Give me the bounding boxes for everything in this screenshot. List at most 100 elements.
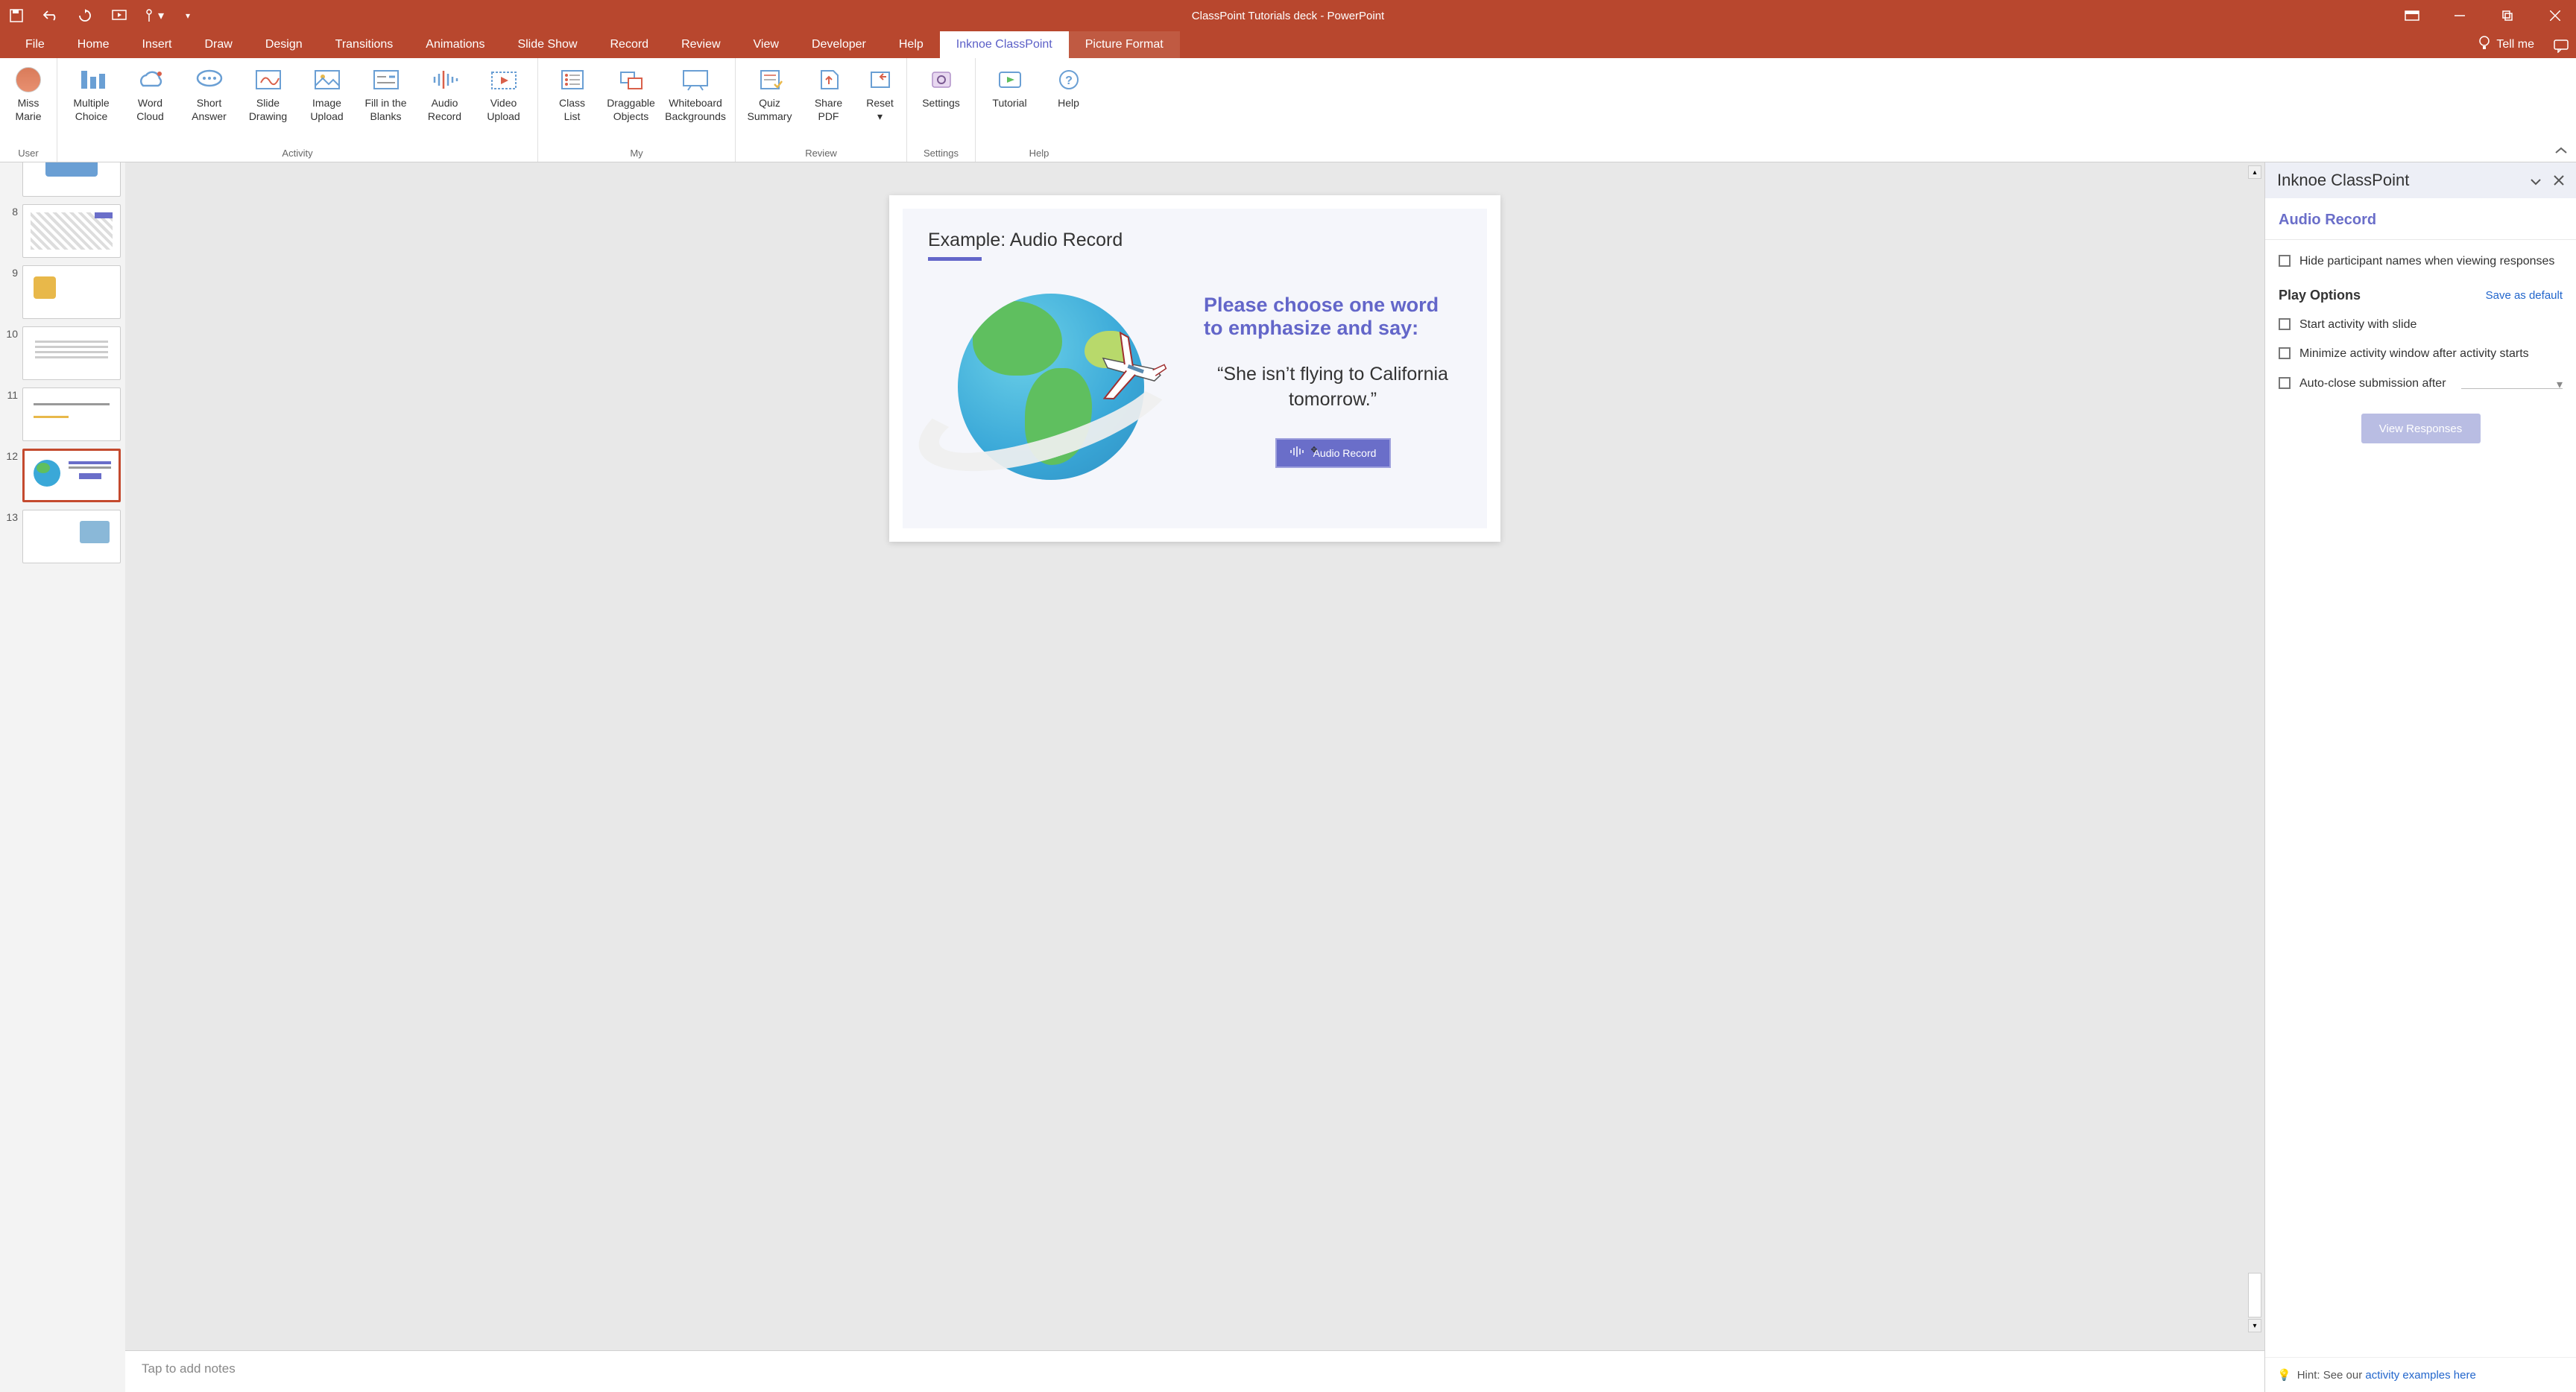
panel-close-icon[interactable] xyxy=(2554,171,2564,190)
slide-thumbnail[interactable] xyxy=(22,162,121,197)
slide-canvas[interactable]: Example: Audio Record Please choose one … xyxy=(889,195,1500,542)
slide-thumbnail[interactable] xyxy=(22,387,121,441)
group-label-my: My xyxy=(544,146,729,162)
slide-heading[interactable]: Please choose one word to emphasize and … xyxy=(1204,294,1462,340)
slide-thumbnail[interactable] xyxy=(22,326,121,380)
btn-label: Video Upload xyxy=(487,97,520,123)
body: 8 9 10 11 12 13 ▴ Example: Audio Record xyxy=(0,162,2576,1392)
tab-animations[interactable]: Animations xyxy=(409,31,501,58)
close-icon[interactable] xyxy=(2540,1,2570,31)
tab-transitions[interactable]: Transitions xyxy=(319,31,410,58)
slide-title[interactable]: Example: Audio Record xyxy=(928,230,1462,251)
collapse-ribbon-icon[interactable] xyxy=(2546,58,2576,162)
share-pdf-button[interactable]: Share PDF xyxy=(801,61,856,127)
list-icon xyxy=(555,66,590,94)
hint-bar: 💡 Hint: See our activity examples here xyxy=(2265,1357,2576,1392)
checkbox-icon[interactable] xyxy=(2279,318,2291,330)
globe-illustration[interactable] xyxy=(928,279,1189,502)
save-default-link[interactable]: Save as default xyxy=(2486,289,2563,302)
reset-button[interactable]: Reset▾ xyxy=(859,61,900,127)
drag-icon xyxy=(614,66,648,94)
class-list-button[interactable]: Class List xyxy=(544,61,600,127)
thumb-number: 11 xyxy=(4,387,18,401)
present-icon[interactable] xyxy=(109,5,130,26)
video-upload-button[interactable]: Video Upload xyxy=(476,61,531,127)
thumb-number: 9 xyxy=(4,265,18,279)
tab-record[interactable]: Record xyxy=(594,31,666,58)
fill-blanks-button[interactable]: Fill in the Blanks xyxy=(358,61,414,127)
comments-icon[interactable] xyxy=(2546,31,2576,61)
whiteboard-button[interactable]: Whiteboard Backgrounds xyxy=(662,61,729,127)
tab-view[interactable]: View xyxy=(737,31,795,58)
option-start-with-slide[interactable]: Start activity with slide xyxy=(2279,317,2563,333)
tab-help[interactable]: Help xyxy=(883,31,940,58)
tab-home[interactable]: Home xyxy=(61,31,126,58)
slide-thumbnail-panel[interactable]: 8 9 10 11 12 13 xyxy=(0,162,125,1392)
touch-icon[interactable]: ▾ xyxy=(143,5,164,26)
scrollbar-thumb[interactable] xyxy=(2248,1273,2261,1317)
classpoint-panel: Inknoe ClassPoint Audio Record Hide part… xyxy=(2264,162,2576,1392)
tab-design[interactable]: Design xyxy=(249,31,319,58)
reset-icon xyxy=(863,66,897,94)
tab-picture-format[interactable]: Picture Format xyxy=(1069,31,1180,58)
audio-record-slide-button[interactable]: Audio Record ✥ xyxy=(1275,438,1391,468)
lightbulb-icon: 💡 xyxy=(2277,1368,2291,1382)
tab-insert[interactable]: Insert xyxy=(125,31,188,58)
draggable-objects-button[interactable]: Draggable Objects xyxy=(603,61,659,127)
tutorial-button[interactable]: Tutorial xyxy=(982,61,1038,115)
slide-quote[interactable]: “She isn’t flying to California tomorrow… xyxy=(1204,362,1462,413)
audio-record-button[interactable]: Audio Record xyxy=(417,61,473,127)
group-label-help: Help xyxy=(982,146,1096,162)
ribbon-display-icon[interactable] xyxy=(2397,1,2427,31)
slide-thumbnail[interactable] xyxy=(22,510,121,563)
minimize-icon[interactable] xyxy=(2445,1,2475,31)
audio-btn-label: Audio Record xyxy=(1313,447,1377,459)
user-button[interactable]: Miss Marie xyxy=(6,61,51,127)
hint-text: Hint: See our xyxy=(2297,1369,2366,1382)
panel-collapse-icon[interactable] xyxy=(2530,171,2542,190)
btn-label: Multiple Choice xyxy=(73,97,109,123)
tab-developer[interactable]: Developer xyxy=(795,31,883,58)
slide-thumbnail-active[interactable] xyxy=(22,449,121,502)
slide-thumbnail[interactable] xyxy=(22,265,121,319)
slide-canvas-area[interactable]: Example: Audio Record Please choose one … xyxy=(125,162,2264,1350)
undo-icon[interactable] xyxy=(40,5,61,26)
maximize-icon[interactable] xyxy=(2493,1,2522,31)
option-auto-close[interactable]: Auto-close submission after ▾ xyxy=(2279,376,2563,392)
tab-file[interactable]: File xyxy=(9,31,61,58)
option-minimize-window[interactable]: Minimize activity window after activity … xyxy=(2279,346,2563,362)
quiz-summary-button[interactable]: Quiz Summary xyxy=(742,61,798,127)
avatar xyxy=(11,66,45,94)
settings-button[interactable]: Settings xyxy=(913,61,969,115)
checkbox-icon[interactable] xyxy=(2279,347,2291,359)
auto-close-dropdown[interactable]: ▾ xyxy=(2461,376,2563,389)
help-button[interactable]: ?Help xyxy=(1041,61,1096,115)
hint-link[interactable]: activity examples here xyxy=(2365,1369,2475,1382)
waveform-icon xyxy=(1289,446,1306,460)
slide-drawing-button[interactable]: Slide Drawing xyxy=(240,61,296,127)
scroll-down-icon[interactable]: ▾ xyxy=(2248,1319,2261,1332)
tab-slideshow[interactable]: Slide Show xyxy=(501,31,593,58)
btn-label: Class List xyxy=(559,97,585,123)
redo-icon[interactable] xyxy=(75,5,95,26)
option-label: Auto-close submission after xyxy=(2299,376,2446,392)
multiple-choice-button[interactable]: Multiple Choice xyxy=(63,61,119,127)
tell-me-search[interactable]: Tell me xyxy=(2466,31,2546,58)
short-answer-button[interactable]: Short Answer xyxy=(181,61,237,127)
tab-draw[interactable]: Draw xyxy=(188,31,248,58)
save-icon[interactable] xyxy=(6,5,27,26)
notes-pane[interactable]: Tap to add notes xyxy=(125,1350,2264,1392)
tab-classpoint[interactable]: Inknoe ClassPoint xyxy=(940,31,1069,58)
cloud-icon xyxy=(133,66,168,94)
view-responses-button[interactable]: View Responses xyxy=(2361,414,2481,443)
slide-thumbnail[interactable] xyxy=(22,204,121,258)
word-cloud-button[interactable]: Word Cloud xyxy=(122,61,178,127)
image-upload-button[interactable]: Image Upload xyxy=(299,61,355,127)
checkbox-icon[interactable] xyxy=(2279,255,2291,267)
checkbox-icon[interactable] xyxy=(2279,377,2291,389)
thumb-number: 13 xyxy=(4,510,18,523)
qat-more-icon[interactable]: ▾ xyxy=(177,5,198,26)
option-label: Minimize activity window after activity … xyxy=(2299,346,2529,362)
option-hide-names[interactable]: Hide participant names when viewing resp… xyxy=(2279,253,2563,270)
tab-review[interactable]: Review xyxy=(665,31,736,58)
